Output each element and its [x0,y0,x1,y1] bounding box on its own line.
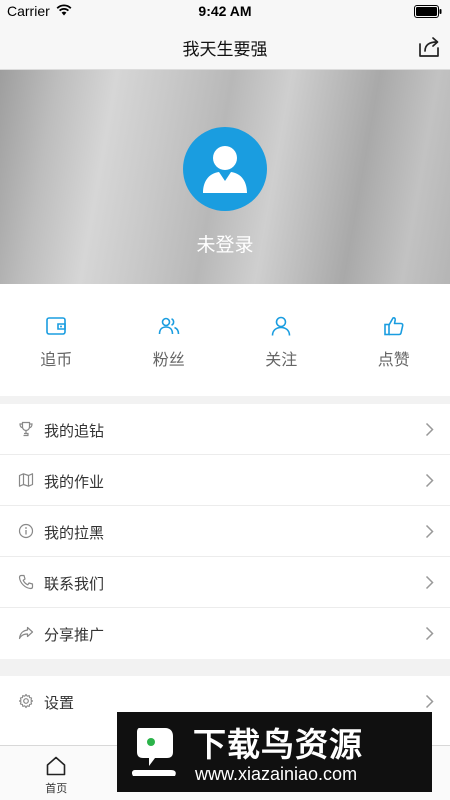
stat-coins[interactable]: 追币 [0,284,113,396]
avatar[interactable] [183,127,267,211]
thumbs-up-icon [383,317,404,336]
trophy-icon [19,421,33,437]
stat-label: 追币 [40,350,73,369]
watermark-title: 下载鸟资源 [193,725,363,764]
menu-label: 我的作业 [44,473,105,491]
chevron-right-icon [425,422,434,437]
user-avatar-icon [203,146,247,193]
page-title: 我天生要强 [182,40,268,60]
menu-label: 分享推广 [44,626,105,644]
wallet-icon [46,317,67,335]
menu-label: 我的追钻 [44,422,105,440]
stat-likes[interactable]: 点赞 [338,284,450,396]
chevron-right-icon [425,473,434,488]
status-bar: Carrier 9:42 AM [0,0,450,24]
chevron-right-icon [425,694,434,709]
status-time: 9:42 AM [198,3,252,19]
profile-header: 未登录 [0,70,450,284]
watermark-url: www.xiazainiao.com [195,764,358,784]
battery-icon [414,5,442,18]
stat-fans[interactable]: 粉丝 [113,284,226,396]
section-divider [0,659,450,676]
menu-label: 联系我们 [44,575,105,593]
fans-icon [158,317,180,335]
map-icon [18,473,34,487]
phone-icon [18,574,34,590]
chevron-right-icon [425,626,434,641]
login-status[interactable]: 未登录 [0,230,450,257]
menu-item-share-promote[interactable]: 分享推广 [0,608,450,659]
stat-label: 粉丝 [152,350,185,369]
stat-label: 关注 [265,350,298,369]
stats-row: 追币 粉丝 关注 点赞 [0,284,450,396]
info-icon [18,523,34,539]
share-arrow-icon [18,626,34,640]
menu-label: 设置 [44,694,75,712]
chevron-right-icon [425,524,434,539]
chevron-right-icon [425,575,434,590]
bird-logo-icon [131,728,176,776]
home-icon [46,756,66,776]
nav-bar: 我天生要强 [0,24,450,70]
menu-item-my-diamonds[interactable]: 我的追钻 [0,404,450,455]
watermark: 下载鸟资源 www.xiazainiao.com [117,712,432,792]
tab-home[interactable]: 首页 [0,746,113,800]
menu-list: 我的追钻 我的作业 我的拉黑 联系我们 分享推广 [0,404,450,659]
menu-item-my-homework[interactable]: 我的作业 [0,455,450,506]
person-icon [271,316,291,336]
menu-item-contact-us[interactable]: 联系我们 [0,557,450,608]
stat-following[interactable]: 关注 [225,284,338,396]
menu-label: 我的拉黑 [44,524,105,542]
section-divider [0,396,450,404]
share-button[interactable] [416,34,442,60]
menu-item-my-blocklist[interactable]: 我的拉黑 [0,506,450,557]
stat-label: 点赞 [377,350,410,369]
tab-label: 首页 [45,782,68,795]
gear-icon [18,693,34,709]
